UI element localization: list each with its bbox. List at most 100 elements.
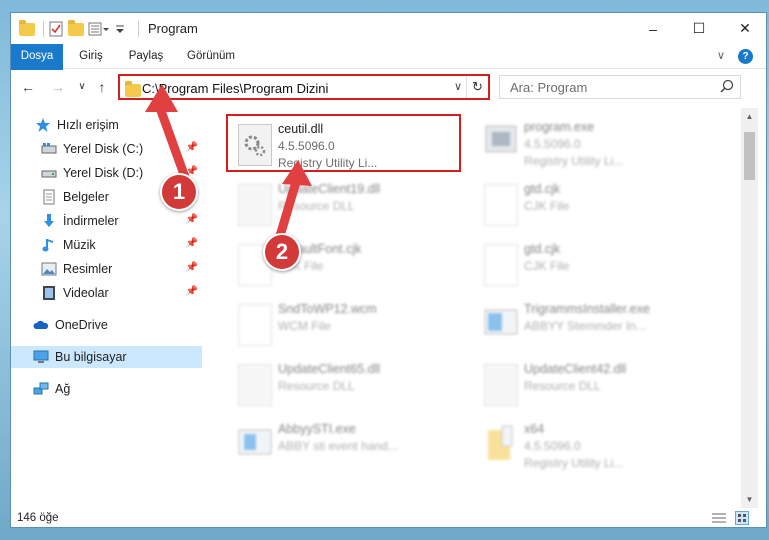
file-type: CJK File <box>524 199 570 213</box>
file-name: ceutil.dll <box>278 122 324 136</box>
drive-icon <box>41 143 57 154</box>
dll-file-icon <box>238 364 272 406</box>
sidebar-item-disk-c[interactable]: Yerel Disk (C:) 📌 <box>11 138 202 160</box>
status-bar: 146 öğe <box>11 508 766 527</box>
tab-share[interactable]: Paylaş <box>121 44 171 69</box>
up-button[interactable]: ↑ <box>93 78 111 96</box>
pin-icon[interactable]: 📌 <box>186 262 198 273</box>
pin-icon[interactable]: 📌 <box>186 142 198 153</box>
toolbar-divider <box>43 21 44 37</box>
sidebar-item-this-pc[interactable]: Bu bilgisayar <box>11 346 202 368</box>
address-path[interactable]: C:\Program Files\Program Dizini <box>142 81 328 96</box>
file-item-ceutil[interactable]: ceutil.dll 4.5.5096.0 Registry Utility L… <box>226 114 461 172</box>
file-type: Resource DLL <box>278 199 355 213</box>
file-description: ABBY sti event hand... <box>278 439 398 453</box>
tab-home[interactable]: Giriş <box>71 44 111 69</box>
new-folder-icon[interactable] <box>68 20 84 37</box>
file-name: gtd.cjk <box>524 182 561 196</box>
file-item-x64[interactable]: x64 4.5.5096.0 Registry Utility Li... <box>474 416 709 474</box>
sidebar-item-quick-access[interactable]: Hızlı erişim <box>11 114 202 136</box>
file-item-updateclient65[interactable]: UpdateClient65.dll Resource DLL <box>228 356 463 414</box>
file-item-gtd-cjk[interactable]: gtd.cjk CJK File <box>474 176 709 234</box>
sidebar-item-label: Müzik <box>63 238 96 252</box>
file-name: AbbyySTI.exe <box>278 422 356 436</box>
file-version: 4.5.5096.0 <box>524 137 581 151</box>
vertical-scrollbar[interactable]: ▲ ▼ <box>741 108 758 508</box>
properties-icon[interactable] <box>48 21 64 37</box>
sidebar-item-onedrive[interactable]: OneDrive <box>11 314 202 336</box>
file-name: program.exe <box>524 120 595 134</box>
back-button[interactable]: ← <box>19 78 37 96</box>
title-bar: Program – ☐ ✕ <box>11 13 766 44</box>
file-item-sndtowp12[interactable]: SndToWP12.wcm WCM File <box>228 296 463 354</box>
file-item-updateclient42[interactable]: UpdateClient42.dll Resource DLL <box>474 356 709 414</box>
folder-icon[interactable] <box>19 20 35 37</box>
sidebar-item-label: Bu bilgisayar <box>55 350 127 364</box>
sidebar-item-label: İndirmeler <box>63 214 119 228</box>
pictures-icon <box>41 262 57 276</box>
dropdown-icon[interactable] <box>114 21 130 37</box>
sidebar-item-label: Belgeler <box>63 190 109 204</box>
file-description: Registry Utility Li... <box>524 154 624 168</box>
chevron-down-icon[interactable]: ∨ <box>454 80 462 93</box>
window-title: Program <box>148 21 198 36</box>
file-item-program-exe[interactable]: program.exe 4.5.5096.0 Registry Utility … <box>474 114 709 172</box>
sidebar-item-label: OneDrive <box>55 318 108 332</box>
star-icon <box>36 118 50 132</box>
forward-button[interactable]: → <box>49 78 67 96</box>
sidebar-item-videos[interactable]: Videolar 📌 <box>11 282 202 304</box>
file-name: UpdateClient19.dll <box>278 182 381 196</box>
folder-icon <box>484 424 518 466</box>
sidebar-item-label: Yerel Disk (C:) <box>63 142 144 156</box>
scroll-down-icon[interactable]: ▼ <box>741 491 758 508</box>
scroll-up-icon[interactable]: ▲ <box>741 108 758 125</box>
pin-icon[interactable]: 📌 <box>186 286 198 297</box>
search-icon[interactable] <box>720 79 734 93</box>
refresh-icon[interactable]: ↻ <box>466 76 488 98</box>
sidebar-item-label: Yerel Disk (D:) <box>63 166 144 180</box>
file-item-trigramms-installer[interactable]: TrigrammsInstaller.exe ABBYY Stemmder In… <box>474 296 709 354</box>
close-button[interactable]: ✕ <box>722 13 766 44</box>
document-file-icon <box>484 244 518 286</box>
search-input[interactable] <box>510 77 710 97</box>
file-item-abbyysti[interactable]: AbbyySTI.exe ABBY sti event hand... <box>228 416 463 474</box>
step-badge-1: 1 <box>160 173 198 211</box>
file-name: SndToWP12.wcm <box>278 302 377 316</box>
file-name: UpdateClient42.dll <box>524 362 627 376</box>
file-name: x64 <box>524 422 545 436</box>
large-icons-view-icon[interactable] <box>735 511 749 525</box>
ribbon-expand-icon[interactable]: ∨ <box>713 44 729 69</box>
recent-locations-button[interactable]: ∨ <box>73 78 91 96</box>
maximize-button[interactable]: ☐ <box>676 13 722 44</box>
exe-file-icon <box>484 122 518 164</box>
sidebar-item-music[interactable]: Müzik 📌 <box>11 234 202 256</box>
item-count: 146 öğe <box>17 512 59 524</box>
help-icon[interactable]: ? <box>738 49 753 64</box>
file-item-gtd-cjk-2[interactable]: gtd.cjk CJK File <box>474 236 709 294</box>
address-bar[interactable]: C:\Program Files\Program Dizini ∨ ↻ <box>118 74 490 100</box>
file-version: 4.5.5096.0 <box>278 139 335 153</box>
file-type: Resource DLL <box>278 379 355 393</box>
file-name: gtd.cjk <box>524 242 561 256</box>
dll-file-icon <box>238 184 272 226</box>
customize-toolbar-icon[interactable] <box>88 21 109 37</box>
pin-icon[interactable]: 📌 <box>186 214 198 225</box>
exe-file-icon <box>484 304 518 346</box>
file-name: TrigrammsInstaller.exe <box>524 302 650 316</box>
minimize-button[interactable]: – <box>630 13 676 44</box>
exe-file-icon <box>238 424 272 466</box>
search-box[interactable] <box>499 75 741 99</box>
navigation-bar: ← → ∨ ↑ C:\Program Files\Program Dizini … <box>11 70 766 104</box>
file-name: UpdateClient65.dll <box>278 362 381 376</box>
file-item-updateclient19[interactable]: UpdateClient19.dll Resource DLL <box>228 176 463 234</box>
tab-view[interactable]: Görünüm <box>179 44 243 69</box>
pin-icon[interactable]: 📌 <box>186 238 198 249</box>
sidebar-item-downloads[interactable]: İndirmeler 📌 <box>11 210 202 232</box>
toolbar-divider <box>138 21 139 37</box>
scrollbar-thumb[interactable] <box>744 132 755 180</box>
sidebar-item-pictures[interactable]: Resimler 📌 <box>11 258 202 280</box>
details-view-icon[interactable] <box>712 512 726 524</box>
sidebar-item-network[interactable]: Ağ <box>11 378 202 400</box>
file-type: Resource DLL <box>524 379 601 393</box>
document-file-icon <box>484 184 518 226</box>
